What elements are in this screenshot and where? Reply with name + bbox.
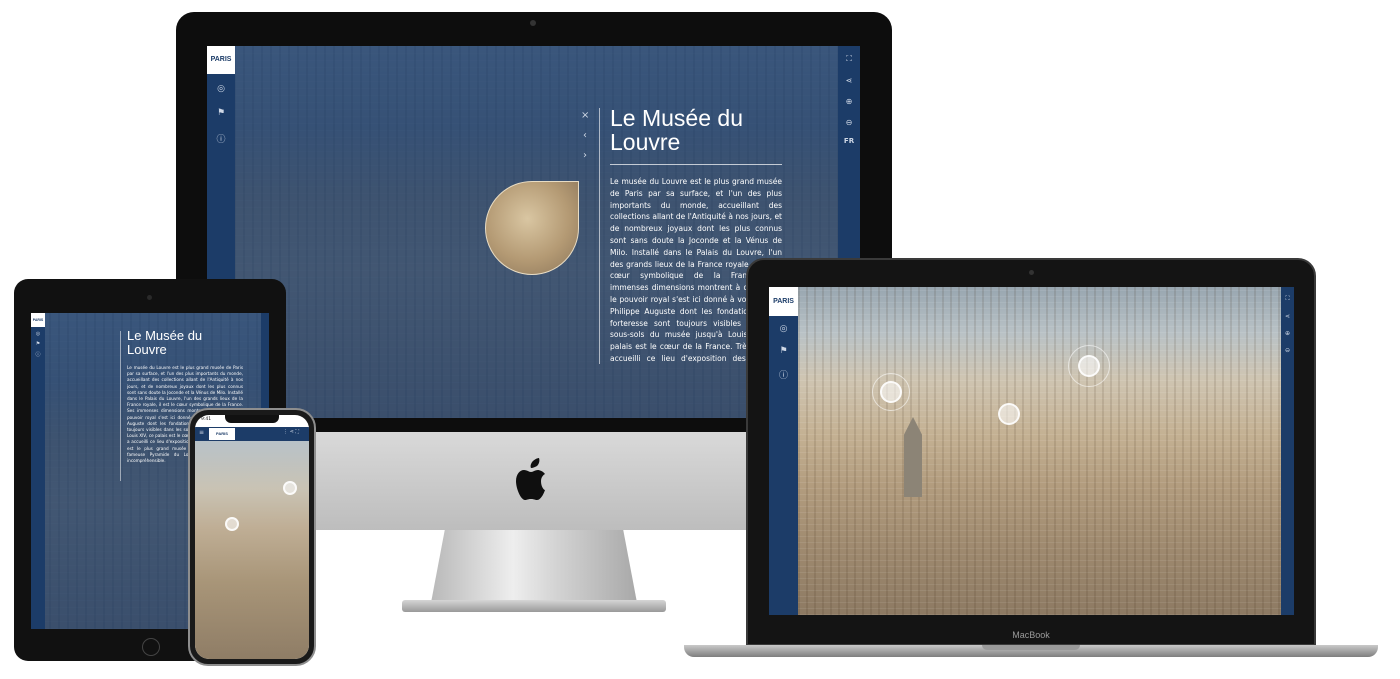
next-icon[interactable]: ›	[583, 150, 587, 161]
info-icon[interactable]: ⓘ	[769, 368, 798, 381]
zoom-in-icon[interactable]: ⊕	[1281, 330, 1294, 337]
imac-divider-vertical	[599, 108, 600, 364]
macbook-sidebar: PARIS ◎ ⚑ ⓘ	[769, 287, 798, 615]
poi-bubble[interactable]	[1078, 355, 1100, 377]
ipad-home-button[interactable]	[142, 638, 160, 656]
map-pin-icon[interactable]: ◎	[769, 324, 798, 334]
zoom-out-icon[interactable]: ⊖	[838, 118, 860, 127]
menu-icon[interactable]: ≡	[199, 429, 204, 436]
zoom-out-icon[interactable]: ⊖	[1281, 347, 1294, 354]
poi-bubble[interactable]	[225, 517, 239, 531]
apple-logo-icon	[516, 458, 552, 502]
imac-stand-base	[402, 600, 666, 612]
close-icon[interactable]: ×	[581, 110, 589, 121]
flag-icon[interactable]: ⚑	[207, 108, 235, 118]
macbook-screen: PARIS ◎ ⚑ ⓘ ⛶ ⋖ ⊕ ⊖	[769, 287, 1294, 615]
imac-camera	[530, 20, 536, 26]
map-pin-icon[interactable]: ◎	[207, 84, 235, 94]
ipad-sidebar: PARIS ◎ ⚑ ⓘ	[31, 313, 45, 629]
flag-icon[interactable]: ⚑	[31, 341, 45, 347]
macbook-notch	[982, 645, 1080, 650]
prev-icon[interactable]: ‹	[583, 130, 587, 141]
louvre-thumbnail	[485, 181, 579, 275]
fullscreen-icon[interactable]: ⛶	[838, 54, 860, 64]
macbook-right-bar: ⛶ ⋖ ⊕ ⊖	[1281, 287, 1294, 615]
status-time: 9:41	[201, 417, 212, 422]
imac-stand	[430, 520, 638, 608]
iphone-screen: 9:41 ≡ PARIS ⋮ ⋖ ⛶	[195, 415, 309, 659]
fullscreen-icon[interactable]: ⛶	[1281, 295, 1294, 303]
imac-logo[interactable]: PARIS	[207, 46, 235, 74]
iphone-header: ≡ PARIS ⋮ ⋖ ⛶	[195, 427, 309, 441]
macbook-panorama	[798, 287, 1281, 615]
ipad-divider-vertical	[120, 331, 121, 481]
share-icon[interactable]: ⋖	[838, 76, 860, 85]
imac-title: Le Musée du Louvre	[610, 105, 743, 155]
iphone-notch	[225, 415, 279, 423]
ipad-camera	[147, 295, 152, 300]
share-icon[interactable]: ⋖	[1281, 313, 1294, 320]
imac-title-rule	[610, 164, 782, 165]
poi-bubble[interactable]	[283, 481, 297, 495]
options-icon[interactable]: ⋮ ⋖ ⛶	[283, 429, 299, 435]
church-tower	[904, 417, 922, 497]
iphone-logo[interactable]: PARIS	[209, 428, 235, 440]
language-toggle[interactable]: FR	[838, 137, 860, 145]
poi-bubble[interactable]	[880, 381, 902, 403]
macbook-logo[interactable]: PARIS	[769, 287, 798, 316]
poi-bubble[interactable]	[998, 403, 1020, 425]
info-icon[interactable]: ⓘ	[207, 132, 235, 145]
flag-icon[interactable]: ⚑	[769, 346, 798, 356]
zoom-in-icon[interactable]: ⊕	[838, 97, 860, 106]
info-icon[interactable]: ⓘ	[31, 351, 45, 358]
macbook-brand: MacBook	[1012, 630, 1050, 640]
macbook-camera	[1029, 270, 1034, 275]
ipad-logo[interactable]: PARIS	[31, 313, 45, 327]
ipad-title: Le Musée du Louvre	[127, 328, 203, 357]
iphone-panorama	[195, 441, 309, 659]
map-pin-icon[interactable]: ◎	[31, 331, 45, 337]
